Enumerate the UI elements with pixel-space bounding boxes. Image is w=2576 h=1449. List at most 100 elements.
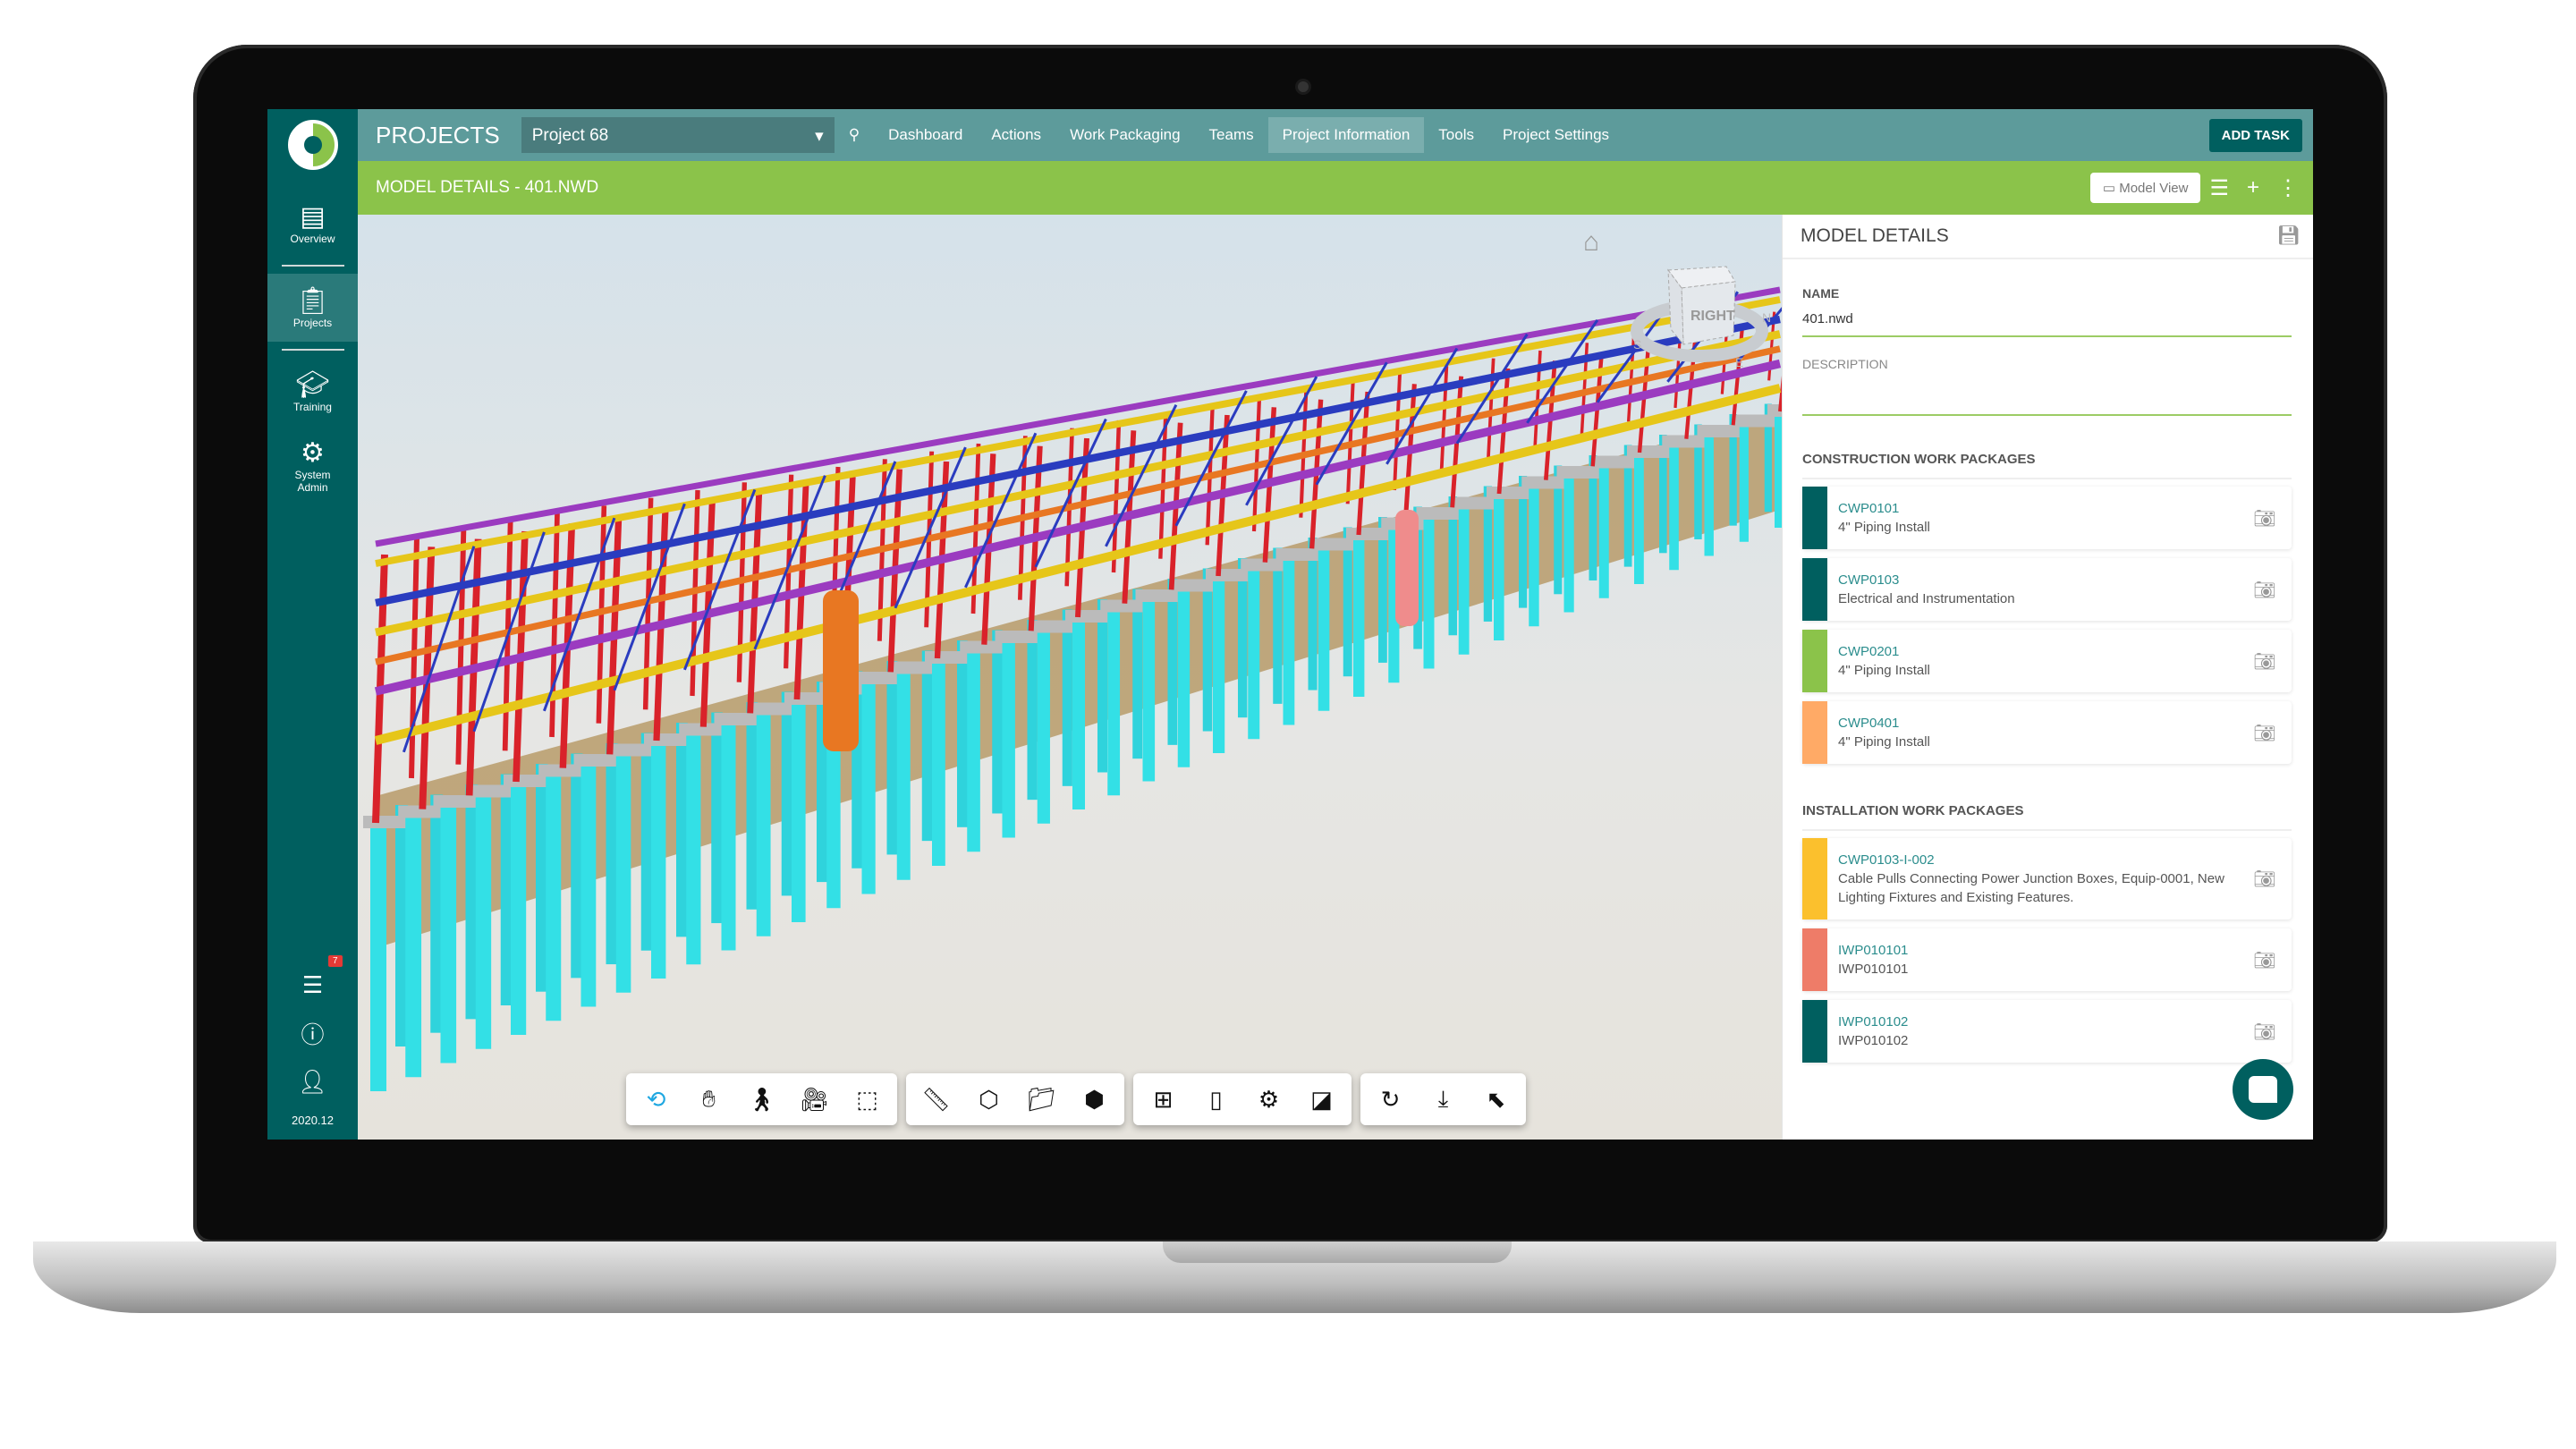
pile [1238, 558, 1248, 718]
sidebar-item-training[interactable]: 🎓︎ Training [267, 358, 358, 426]
package-id[interactable]: CWP0401 [1838, 714, 2227, 733]
camera-icon[interactable]: 📷︎ [2238, 701, 2292, 764]
pile [896, 668, 911, 880]
explode-icon[interactable]: ⬢ [1068, 1079, 1121, 1120]
download-icon[interactable]: ⤓ [1417, 1079, 1470, 1120]
sidebar-item-system-admin[interactable]: ⚙ System Admin [267, 426, 358, 506]
3d-model-viewer[interactable]: ⌂ RIGHT S E N ⟲ ✋︎ 🚶︎ 🎥︎ ⬚ 📏︎ ⬡ 📁︎ ⬢ ⊞ ▯… [358, 215, 1782, 1140]
cwp-list: CWP0101 4" Piping Install 📷︎ CWP0103 Elect… [1802, 487, 2292, 764]
divider [281, 265, 344, 267]
model-tree-icon[interactable]: ⊞ [1137, 1079, 1190, 1120]
sidebar: ▤ Overview 📋︎ Projects 🎓︎ Training ⚙ System … [267, 109, 358, 1140]
pile [781, 691, 793, 896]
nav-teams[interactable]: Teams [1195, 117, 1268, 153]
pile [1704, 432, 1714, 556]
sidebar-item-projects[interactable]: 📋︎ Projects [267, 274, 358, 342]
pile [1318, 545, 1330, 711]
plus-icon[interactable]: + [2247, 175, 2259, 200]
camera-icon[interactable]: 📷︎ [2238, 1000, 2292, 1063]
vessel [823, 590, 859, 751]
nav-project-settings[interactable]: Project Settings [1488, 117, 1623, 153]
pile [711, 712, 723, 924]
color-swatch [1802, 630, 1827, 692]
project-select[interactable]: Project 68 ▾ [521, 117, 835, 153]
reset-icon[interactable]: ↻ [1364, 1079, 1417, 1120]
traffic-light-icon[interactable]: ⋮ [2277, 175, 2299, 201]
select-cursor-icon[interactable]: ⬉ [1470, 1079, 1522, 1120]
search-icon[interactable]: ⚲ [835, 117, 874, 153]
subheader: MODEL DETAILS - 401.NWD ▭ Model View ☰ +… [358, 161, 2313, 215]
home-icon[interactable]: ⌂ [1583, 227, 1599, 258]
description-field[interactable] [1802, 371, 2292, 416]
user-icon[interactable]: 👤︎ [267, 1059, 358, 1105]
package-id[interactable]: IWP010101 [1838, 941, 2227, 960]
pile [1062, 609, 1072, 786]
pile [756, 709, 771, 936]
model-view-button[interactable]: ▭ Model View [2089, 173, 2201, 203]
pile [861, 679, 876, 894]
nav-project-information[interactable]: Project Information [1267, 117, 1425, 153]
work-package-card[interactable]: IWP010101 IWP010101 📷︎ [1802, 928, 2292, 991]
walk-person-icon[interactable]: 🚶︎ [735, 1079, 788, 1120]
pile [606, 743, 618, 965]
chevron-down-icon: ▾ [815, 127, 824, 146]
orbit-icon[interactable]: ⟲ [630, 1079, 682, 1120]
add-task-button[interactable]: ADD TASK [2208, 118, 2302, 152]
viewcube[interactable]: RIGHT S E N [1628, 250, 1780, 376]
camera-icon[interactable]: 🎥︎ [788, 1079, 841, 1120]
pan-hand-icon[interactable]: ✋︎ [682, 1079, 735, 1120]
camera-icon[interactable]: 📷︎ [2238, 928, 2292, 991]
save-icon[interactable]: 💾︎ [2276, 225, 2301, 247]
settings-gear-icon[interactable]: ⚙ [1242, 1079, 1295, 1120]
sidebar-item-overview[interactable]: ▤ Overview [267, 190, 358, 258]
fit-view-icon[interactable]: ⬚ [841, 1079, 894, 1120]
pile [1273, 547, 1283, 704]
camera-icon[interactable]: 📷︎ [2238, 487, 2292, 549]
pile [1283, 555, 1295, 725]
work-package-card[interactable]: CWP0103-I-002 Cable Pulls Connecting Powe… [1802, 838, 2292, 919]
work-package-card[interactable]: CWP0401 4" Piping Install 📷︎ [1802, 701, 2292, 764]
webcam [1295, 79, 1311, 95]
fullscreen-icon[interactable]: ◪ [1295, 1079, 1348, 1120]
nav-dashboard[interactable]: Dashboard [874, 117, 977, 153]
color-swatch [1802, 487, 1827, 549]
nav-work-packaging[interactable]: Work Packaging [1055, 117, 1194, 153]
camera-icon[interactable]: 📷︎ [2238, 558, 2292, 621]
package-id[interactable]: CWP0103-I-002 [1838, 851, 2227, 869]
nav-actions[interactable]: Actions [977, 117, 1055, 153]
work-package-card[interactable]: CWP0101 4" Piping Install 📷︎ [1802, 487, 2292, 549]
properties-icon[interactable]: ▯ [1190, 1079, 1242, 1120]
pile [721, 720, 736, 951]
chat-button[interactable] [2233, 1059, 2293, 1120]
name-field[interactable]: 401.nwd [1802, 301, 2292, 337]
package-id[interactable]: CWP0201 [1838, 642, 2227, 661]
package-description: IWP010102 [1838, 1033, 1909, 1048]
camera-icon[interactable]: 📷︎ [2238, 630, 2292, 692]
folder-icon[interactable]: 📁︎ [1015, 1079, 1068, 1120]
work-package-card[interactable]: CWP0103 Electrical and Instrumentation 📷︎ [1802, 558, 2292, 621]
extra-tools: ↻ ⤓ ⬉ [1360, 1073, 1526, 1125]
task-list-button[interactable]: ☰ 7 [267, 955, 358, 1008]
package-id[interactable]: CWP0103 [1838, 571, 2227, 589]
work-package-card[interactable]: IWP010102 IWP010102 📷︎ [1802, 1000, 2292, 1063]
camera-icon[interactable]: 📷︎ [2238, 838, 2292, 919]
pile [580, 761, 597, 1007]
pile [1037, 627, 1050, 824]
work-package-card[interactable]: CWP0201 4" Piping Install 📷︎ [1802, 630, 2292, 692]
measure-ruler-icon[interactable]: 📏︎ [910, 1079, 962, 1120]
cwp-section-title: CONSTRUCTION WORK PACKAGES [1802, 452, 2292, 479]
compass-s: S [1633, 337, 1641, 352]
app-logo[interactable] [287, 120, 338, 170]
nav-tools[interactable]: Tools [1424, 117, 1488, 153]
pile [676, 723, 688, 937]
menu-icon[interactable]: ☰ [2209, 175, 2229, 201]
dashboard-icon: ▤ [300, 202, 326, 232]
help-icon[interactable]: ⓘ [267, 1008, 358, 1059]
section-box-icon[interactable]: ⬡ [962, 1079, 1015, 1120]
chat-icon [2249, 1076, 2277, 1103]
package-id[interactable]: CWP0101 [1838, 499, 2227, 518]
package-id[interactable]: IWP010102 [1838, 1013, 2227, 1031]
compass-e: E [1735, 355, 1743, 369]
3d-model-render[interactable] [358, 215, 1782, 1140]
pile [967, 648, 980, 852]
